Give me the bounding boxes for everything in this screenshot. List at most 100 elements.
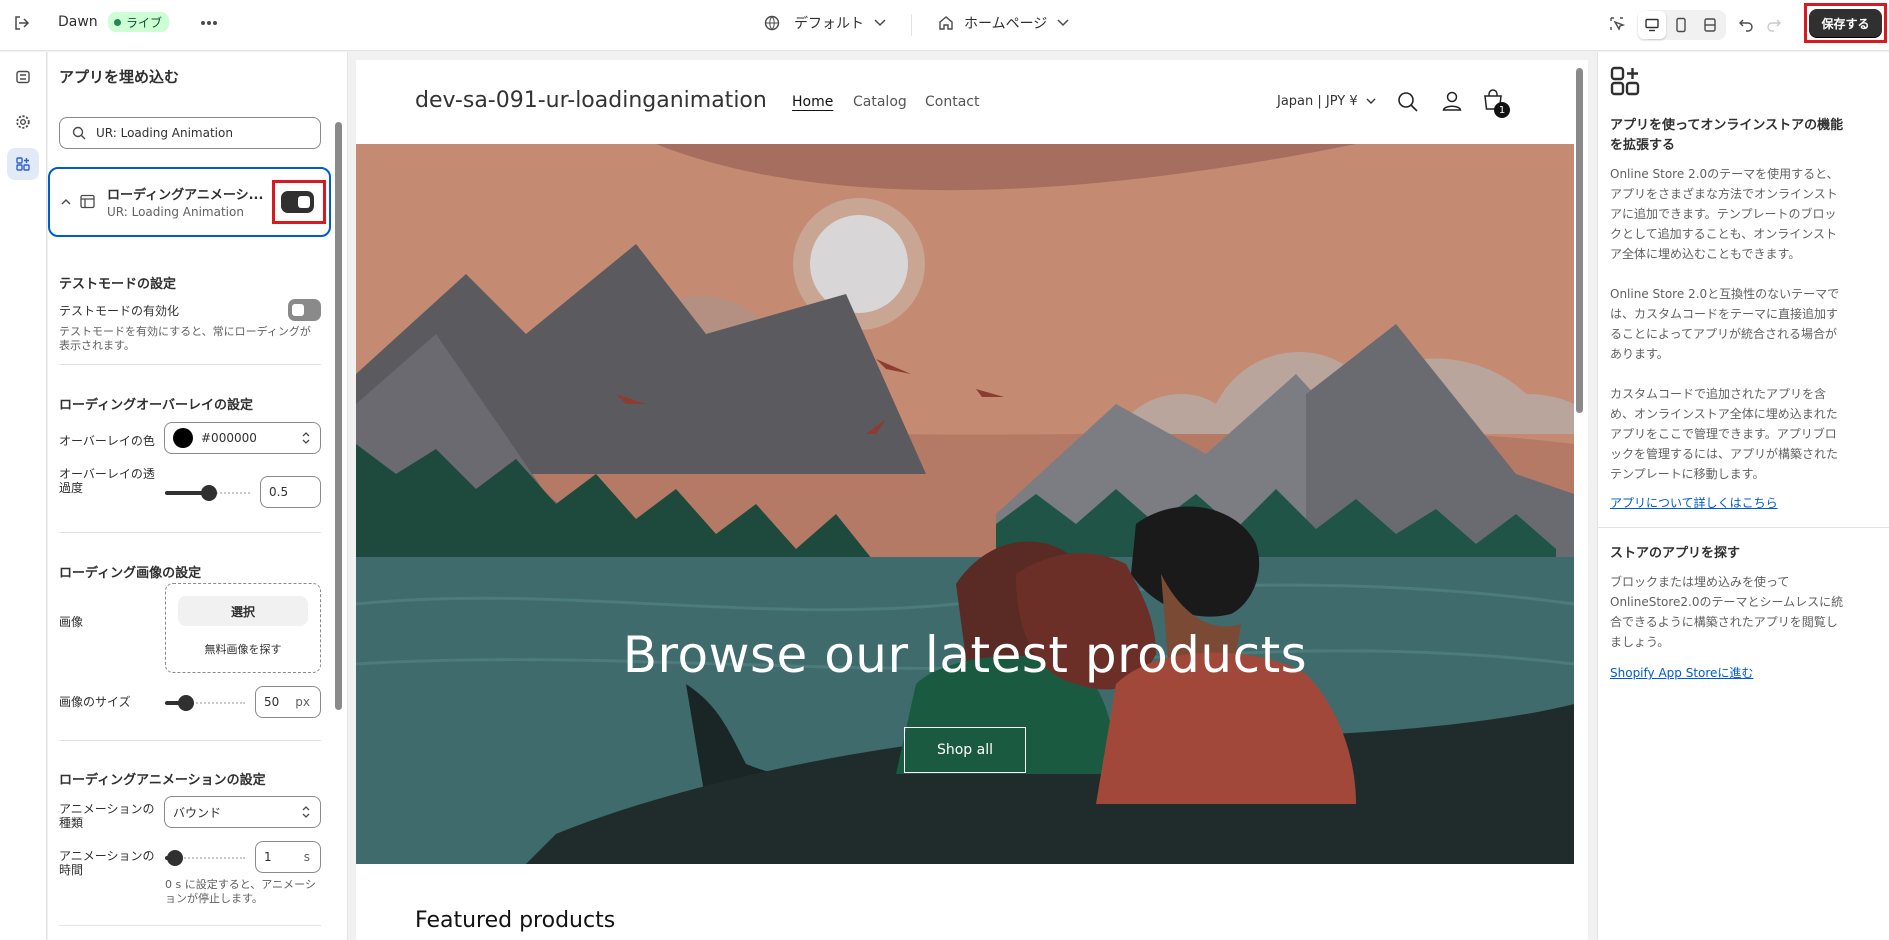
info-para3: カスタムコードで追加されたアプリを含 め、オンラインストア全体に埋め込まれた ア… — [1610, 384, 1848, 484]
inspector-icon[interactable] — [1603, 10, 1631, 38]
nav-catalog[interactable]: Catalog — [853, 94, 907, 110]
info-panel: アプリを使ってオンラインストアの機能 を拡張する Online Store 2.… — [1597, 52, 1889, 940]
image-label: 画像 — [59, 615, 84, 629]
panel-title: アプリを埋め込む — [59, 68, 180, 86]
info-text: 合できるように構築されたアプリを閲覧し — [1610, 615, 1838, 629]
preview-scrollbar[interactable] — [1576, 68, 1583, 413]
image-size-input[interactable]: 50 px — [255, 686, 321, 718]
image-heading: ローディング画像の設定 — [59, 566, 202, 581]
test-mode-toggle[interactable] — [288, 299, 321, 321]
page-selector-label: ホームページ — [964, 16, 1048, 32]
animation-type-select[interactable]: バウンド — [164, 796, 321, 828]
info-text: め、オンラインストア全体に埋め込まれた — [1610, 407, 1838, 421]
template-selector[interactable]: デフォルト — [764, 13, 886, 33]
chevron-updown-icon — [302, 806, 310, 818]
app-embed-toggle[interactable] — [281, 191, 314, 213]
info-text: Online Store 2.0のテーマを使用すると、 — [1610, 167, 1839, 181]
divider — [59, 532, 321, 533]
search-icon — [72, 126, 86, 140]
learn-more-link[interactable]: アプリについて詳しくはこちら — [1610, 494, 1778, 511]
free-images-link[interactable]: 無料画像を探す — [166, 641, 320, 657]
info-heading-line1: アプリを使ってオンラインストアの機能 — [1610, 118, 1844, 133]
more-actions-icon[interactable] — [195, 9, 223, 37]
chevron-down-icon — [874, 19, 886, 27]
sidebar-rail — [0, 52, 47, 940]
chevron-down-icon — [1057, 19, 1069, 27]
slider-thumb[interactable] — [167, 850, 183, 866]
fullscreen-view-icon[interactable] — [1696, 11, 1724, 39]
color-swatch — [173, 428, 193, 448]
featured-products-heading: Featured products — [415, 908, 616, 933]
cart-count-badge: 1 — [1494, 102, 1510, 118]
overlay-color-label: オーバーレイの色 — [59, 434, 155, 448]
info-text: は、カスタムコードをテーマに直接追加す — [1610, 307, 1839, 321]
nav-contact[interactable]: Contact — [925, 94, 979, 110]
preview-gutter — [1588, 52, 1597, 940]
info-text: カスタムコードで追加されたアプリを含 — [1610, 387, 1827, 401]
page-selector[interactable]: ホームページ — [938, 13, 1069, 33]
image-size-value: 50 — [264, 695, 280, 709]
account-icon[interactable] — [1441, 90, 1463, 112]
chevron-up-icon[interactable] — [61, 198, 71, 205]
info-text: アに追加できます。テンプレートのブロッ — [1610, 207, 1837, 221]
animation-duration-value: 1 — [264, 850, 272, 864]
shop-all-button[interactable]: Shop all — [904, 727, 1026, 773]
app-embeds-icon[interactable] — [7, 148, 39, 180]
app-embed-subtitle: UR: Loading Animation — [107, 205, 244, 219]
search-icon[interactable] — [1397, 91, 1419, 113]
save-button[interactable]: 保存する — [1809, 9, 1882, 37]
test-mode-help-line2: 表示されます。 — [59, 339, 135, 352]
overlay-opacity-input[interactable]: 0.5 — [260, 476, 321, 508]
app-embed-card[interactable]: ローディングアニメーシ... UR: Loading Animation — [48, 167, 331, 237]
slider-thumb[interactable] — [178, 695, 194, 711]
app-store-link[interactable]: Shopify App Storeに進む — [1610, 664, 1753, 681]
info-text: アプリをここで管理できます。アプリブロ — [1610, 427, 1837, 441]
globe-icon — [764, 15, 780, 31]
redo-icon[interactable] — [1760, 10, 1788, 38]
live-badge: ライブ — [108, 12, 170, 32]
animation-type-label-2: 種類 — [59, 816, 84, 830]
overlay-color-picker[interactable]: #000000 — [164, 422, 321, 454]
info-text: OnlineStore2.0のテーマとシームレスに統 — [1610, 595, 1844, 609]
overlay-opacity-slider[interactable] — [165, 485, 250, 501]
currency-selector[interactable]: Japan | JPY ¥ — [1277, 94, 1376, 109]
undo-icon[interactable] — [1732, 10, 1760, 38]
info-para2: Online Store 2.0と互換性のないテーマで は、カスタムコードをテー… — [1610, 284, 1848, 364]
image-size-slider[interactable] — [165, 695, 245, 711]
exit-icon[interactable] — [8, 9, 36, 37]
overlay-opacity-label-1: オーバーレイの透 — [59, 467, 155, 481]
overlay-color-value: #000000 — [201, 431, 257, 445]
slider-thumb[interactable] — [201, 485, 217, 501]
sections-icon[interactable] — [7, 61, 39, 93]
divider — [911, 14, 912, 36]
animation-duration-unit: s — [303, 850, 310, 864]
home-icon — [939, 16, 953, 30]
info-text: Online Store 2.0と互換性のないテーマで — [1610, 287, 1840, 301]
overlay-heading: ローディングオーバーレイの設定 — [59, 398, 253, 413]
app-window-icon — [80, 194, 95, 209]
animation-duration-help-2: ョンが停止します。 — [165, 892, 263, 905]
panel-scrollbar[interactable] — [335, 122, 342, 710]
animation-type-label-1: アニメーションの — [59, 802, 155, 816]
app-embed-title: ローディングアニメーシ... — [107, 188, 264, 203]
mobile-view-icon[interactable] — [1667, 11, 1695, 39]
store-name[interactable]: dev-sa-091-ur-loadinganimation — [415, 88, 767, 113]
image-size-unit: px — [295, 695, 310, 709]
explore-heading: ストアのアプリを探す — [1610, 546, 1741, 561]
info-text: クとして追加することも、オンラインスト — [1610, 227, 1838, 241]
animation-duration-slider[interactable] — [165, 850, 245, 866]
template-selector-label: デフォルト — [794, 16, 864, 32]
theme-name: Dawn — [58, 14, 98, 30]
animation-duration-input[interactable]: 1 s — [255, 841, 321, 873]
info-text: ることによってアプリが統合される場合が — [1610, 327, 1838, 341]
explore-para: ブロックまたは埋め込みを使って OnlineStore2.0のテーマとシームレス… — [1610, 572, 1848, 652]
info-text: ましょう。 — [1610, 635, 1670, 649]
gear-icon[interactable] — [7, 106, 39, 138]
search-input[interactable]: UR: Loading Animation — [59, 117, 321, 149]
nav-home[interactable]: Home — [792, 94, 833, 110]
select-image-button[interactable]: 選択 — [178, 596, 308, 626]
info-text: ア全体に埋め込むこともできます。 — [1610, 247, 1801, 261]
info-text: ックを管理するには、アプリが構築された — [1610, 447, 1839, 461]
chevron-down-icon — [1366, 98, 1376, 104]
desktop-view-icon[interactable] — [1638, 11, 1666, 39]
